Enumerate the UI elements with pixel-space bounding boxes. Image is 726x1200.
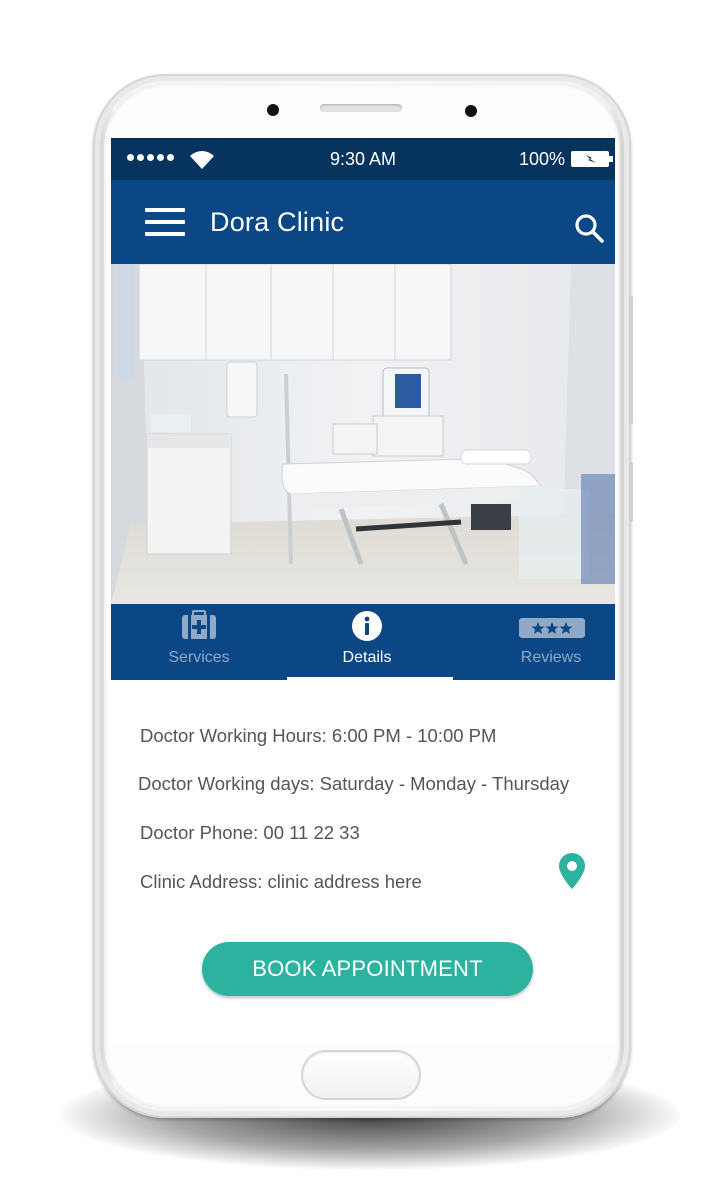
clinic-photo	[111, 264, 615, 604]
active-tab-indicator	[287, 677, 453, 680]
battery-tip	[609, 156, 613, 162]
map-pin-icon[interactable]	[558, 852, 586, 890]
volume-button	[629, 296, 633, 424]
status-bar: 9:30 AM 100%	[111, 138, 615, 180]
tab-services[interactable]: Services	[115, 604, 283, 680]
battery-icon	[571, 151, 609, 167]
working-days-text: Doctor Working days: Saturday - Monday -…	[138, 773, 570, 794]
working-hours-text: Doctor Working Hours: 6:00 PM - 10:00 PM	[140, 725, 497, 746]
power-button	[629, 462, 633, 522]
app-screen: 9:30 AM 100% Dora Clinic Services Detail…	[111, 138, 615, 1045]
stars-icon	[519, 618, 585, 638]
info-icon	[352, 611, 382, 641]
tab-reviews-label: Reviews	[520, 649, 582, 666]
medical-kit-icon	[182, 610, 216, 639]
tab-details[interactable]: Details	[283, 604, 451, 680]
earpiece-speaker	[320, 104, 402, 112]
front-camera	[465, 105, 477, 117]
app-bar: Dora Clinic	[111, 180, 615, 264]
tab-services-label: Services	[168, 649, 230, 666]
sensor-dot	[267, 104, 279, 116]
tab-bar: Services Details Reviews	[111, 604, 615, 680]
phone-text: Doctor Phone: 00 11 22 33	[140, 822, 360, 843]
battery-percent: 100%	[518, 149, 565, 169]
home-button[interactable]	[303, 1052, 419, 1098]
tab-reviews[interactable]: Reviews	[467, 604, 615, 680]
search-icon[interactable]	[573, 212, 605, 244]
tab-details-label: Details	[342, 649, 392, 666]
hamburger-menu-icon[interactable]	[145, 208, 185, 236]
app-title: Dora Clinic	[210, 207, 345, 237]
address-text: Clinic Address: clinic address here	[140, 871, 422, 892]
book-appointment-button[interactable]: BOOK APPOINTMENT	[202, 942, 533, 996]
